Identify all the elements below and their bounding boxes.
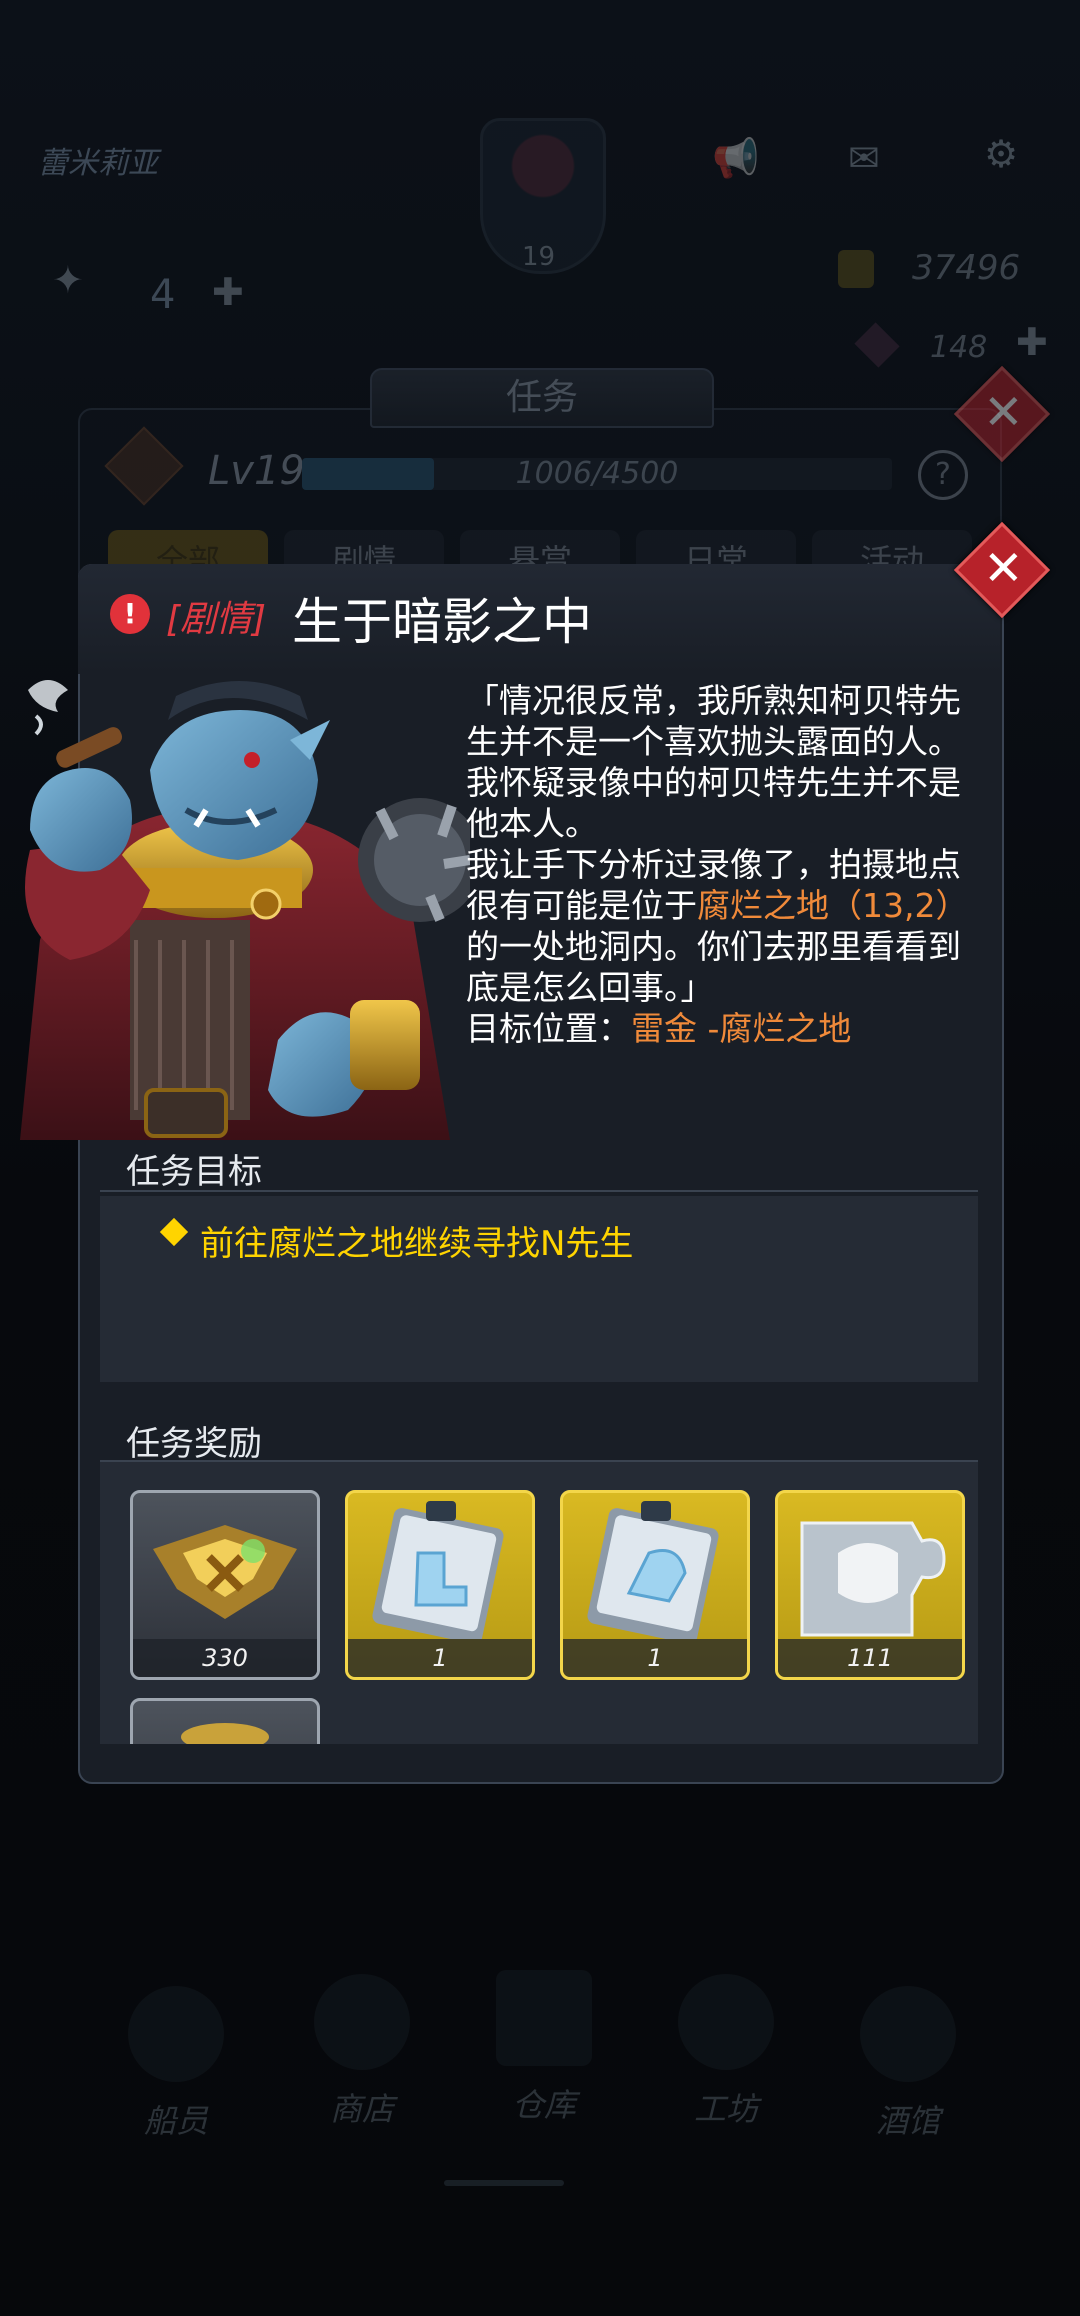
objective-section-title: 任务目标	[126, 1152, 262, 1192]
objective-text: 前往腐烂之地继续寻找N先生	[200, 1224, 634, 1264]
warehouse-icon	[496, 1970, 592, 2066]
reward-qty: 1	[563, 1639, 747, 1677]
reward-qty: 330	[133, 1639, 317, 1677]
story-line: 很有可能是位于腐烂之地（13,2）	[466, 886, 969, 925]
counter-add-icon[interactable]: ✚	[212, 270, 244, 314]
nav-shop-label: 商店	[329, 2090, 394, 2128]
settings-gear-icon[interactable]: ⚙	[984, 132, 1018, 176]
armor-fragment-icon	[800, 1521, 946, 1637]
help-button[interactable]: ?	[918, 450, 968, 500]
alert-icon: !	[110, 594, 150, 634]
bottom-nav: 船员 商店 仓库 工坊 酒馆	[0, 1960, 1080, 2200]
task-panel-title: 任务	[370, 368, 714, 428]
gold-icon	[838, 250, 874, 288]
gem-add-icon[interactable]: ✚	[1016, 320, 1048, 364]
reward-qty: 111	[778, 1639, 962, 1677]
mail-icon[interactable]: ✉	[848, 136, 880, 180]
nav-shop[interactable]: 商店	[292, 1974, 432, 2130]
story-line: 「情况很反常，我所熟知柯贝特先	[466, 681, 961, 720]
rewards-section-title: 任务奖励	[126, 1424, 262, 1464]
rank-badge-icon	[153, 1525, 297, 1619]
announcement-icon[interactable]: 📢	[712, 136, 759, 181]
nav-warehouse[interactable]: 仓库	[474, 1970, 614, 2126]
hammer-icon	[678, 1974, 774, 2070]
close-icon: ✕	[983, 384, 1024, 441]
reward-armor-fragment[interactable]: 111	[775, 1490, 965, 1680]
reward-item-icon	[181, 1723, 269, 1744]
gem-icon	[854, 322, 900, 368]
crew-icon	[128, 1986, 224, 2082]
rewards-grid: 330 1 1 111	[100, 1462, 978, 1744]
target-location-highlight: 雷金 -腐烂之地	[631, 1009, 852, 1048]
player-name: 蕾米莉亚	[38, 146, 158, 181]
nav-workshop[interactable]: 工坊	[656, 1974, 796, 2130]
counter-value: 4	[150, 272, 176, 318]
npc-portrait	[20, 680, 470, 1140]
beer-mug-icon	[860, 1986, 956, 2082]
story-line: 他本人。	[466, 804, 598, 843]
boots-blueprint-icon	[372, 1501, 504, 1639]
story-title: 生于暗影之中	[292, 593, 592, 651]
story-line: 生并不是一个喜欢抛头露面的人。	[466, 722, 961, 761]
close-icon: ✕	[983, 540, 1024, 597]
player-level: 19	[522, 242, 556, 272]
story-text: 「情况很反常，我所熟知柯贝特先 生并不是一个喜欢抛头露面的人。 我怀疑录像中的柯…	[466, 680, 1006, 1049]
nav-crew-label: 船员	[143, 2102, 208, 2140]
gauntlet-blueprint-icon	[587, 1501, 719, 1639]
story-line: 我怀疑录像中的柯贝特先生并不是	[466, 763, 961, 802]
reward-boots-blueprint[interactable]: 1	[345, 1490, 535, 1680]
nav-tavern[interactable]: 酒馆	[838, 1986, 978, 2142]
reward-partial-item[interactable]	[130, 1698, 320, 1744]
reward-exp-badge[interactable]: 330	[130, 1490, 320, 1680]
reward-qty: 1	[348, 1639, 532, 1677]
nav-workshop-label: 工坊	[693, 2090, 758, 2128]
shop-icon	[314, 1974, 410, 2070]
task-xp-text: 1006/4500	[515, 456, 679, 491]
energy-icon: ✦	[52, 258, 84, 302]
nav-active-indicator	[444, 2180, 564, 2186]
story-line: 我让手下分析过录像了，拍摄地点	[466, 845, 961, 884]
story-line: 底是怎么回事。」	[466, 968, 714, 1007]
nav-crew[interactable]: 船员	[106, 1986, 246, 2142]
gem-amount: 148	[930, 330, 988, 365]
task-xp-bar: 1006/4500	[302, 458, 892, 490]
nav-warehouse-label: 仓库	[511, 2086, 576, 2124]
reward-gauntlet-blueprint[interactable]: 1	[560, 1490, 750, 1680]
nav-tavern-label: 酒馆	[875, 2102, 940, 2140]
story-tag: [剧情]	[166, 599, 267, 640]
location-highlight: 腐烂之地（13,2）	[697, 886, 969, 925]
story-line: 的一处地洞内。你们去那里看看到	[466, 927, 961, 966]
gold-amount: 37496	[912, 248, 1021, 288]
story-line: 目标位置：雷金 -腐烂之地	[466, 1009, 852, 1048]
divider	[100, 1190, 978, 1192]
task-level-label: Lv19	[208, 448, 305, 494]
